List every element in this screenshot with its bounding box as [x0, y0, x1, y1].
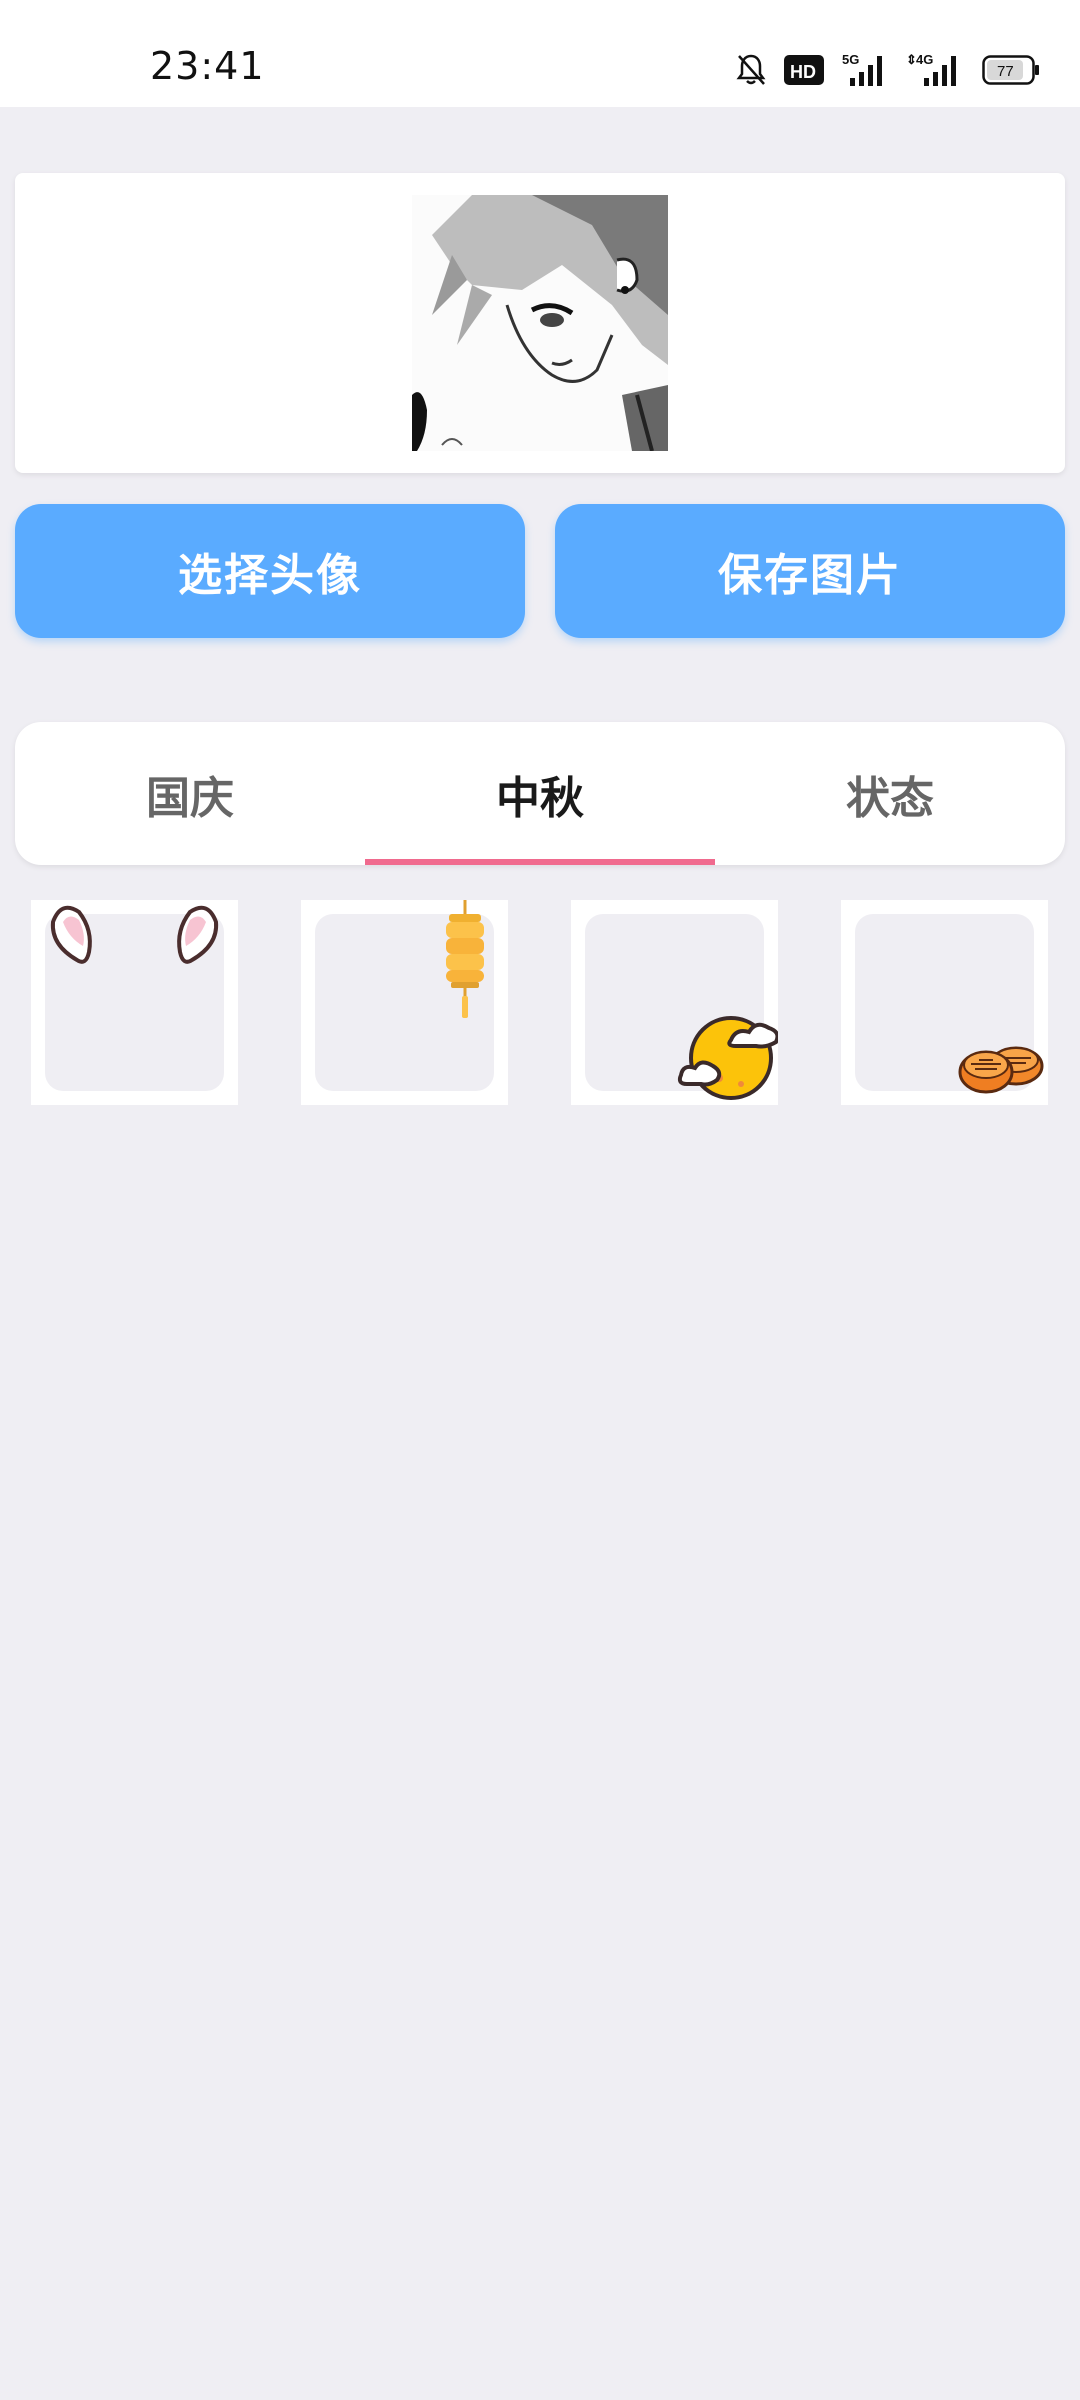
frame-item-rabbit-ears[interactable] — [31, 900, 238, 1105]
tab-status[interactable]: 状态 — [715, 722, 1065, 865]
net1-label: 5G — [842, 52, 859, 67]
avatar-preview-card — [15, 173, 1065, 473]
hd-icon: HD — [784, 54, 824, 86]
status-icons: HD 5G ⇕ 4G 77 — [736, 48, 1040, 92]
battery-level: 77 — [997, 63, 1014, 80]
avatar-image — [412, 195, 668, 451]
tab-mid-autumn[interactable]: 中秋 — [365, 722, 715, 865]
battery-icon: 77 — [982, 55, 1040, 85]
frame-item-mooncake[interactable] — [841, 900, 1048, 1105]
choose-avatar-button[interactable]: 选择头像 — [15, 504, 525, 638]
bell-off-icon — [736, 53, 766, 87]
status-time: 23:41 — [150, 44, 265, 88]
hd-label: HD — [790, 62, 816, 82]
signal-4g-icon: ⇕ 4G — [906, 52, 964, 88]
anime-avatar-image — [412, 195, 668, 451]
signal-5g-icon: 5G — [842, 52, 888, 88]
category-tabs: 国庆 中秋 状态 — [15, 722, 1065, 865]
frame-item-lantern[interactable] — [301, 900, 508, 1105]
frame-item-moon[interactable] — [571, 900, 778, 1105]
status-bar: 23:41 HD 5G ⇕ 4G 77 — [0, 0, 1080, 107]
tab-national-day[interactable]: 国庆 — [15, 722, 365, 865]
net2-label: 4G — [916, 52, 933, 67]
save-image-button[interactable]: 保存图片 — [555, 504, 1065, 638]
tab-indicator — [365, 859, 715, 865]
